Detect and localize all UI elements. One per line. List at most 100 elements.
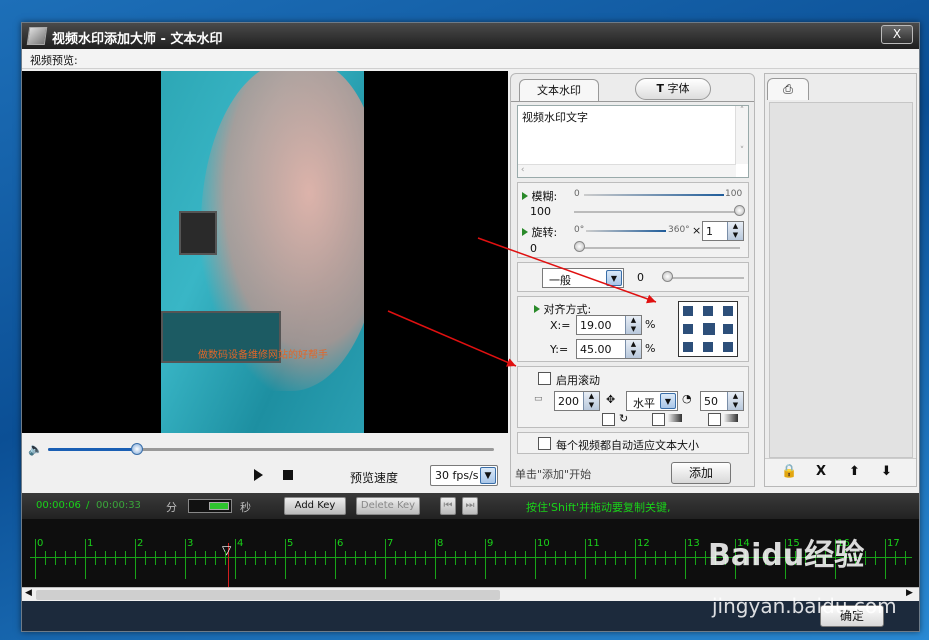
rotate-knob[interactable] — [574, 241, 585, 252]
delete-key-button[interactable]: Delete Key — [356, 497, 420, 515]
watermark-preview-text[interactable]: 做数码设备维修网站的好帮手 — [198, 346, 328, 361]
watermark-text-input[interactable]: 视频水印文字 ˄ ˅ ‹ — [517, 105, 749, 178]
playhead-marker[interactable]: ▽ — [222, 543, 231, 557]
fade-out-checkbox[interactable] — [708, 413, 721, 426]
text-hscroll[interactable]: ‹ — [518, 164, 736, 177]
title-bar: 视频水印添加大师 - 文本水印 X — [22, 23, 919, 49]
seek-knob[interactable] — [131, 443, 144, 455]
shift-hint: 按住'Shift'并拖动要复制关键, — [526, 501, 671, 514]
blur-value: 100 — [530, 205, 551, 218]
ruler-tick-label: 17 — [887, 538, 900, 549]
list-tab-icon[interactable]: ⎙ — [767, 78, 809, 100]
scroll-speed[interactable]: 200 ▲ ▼ — [554, 391, 600, 411]
rotate-slider[interactable] — [574, 247, 740, 249]
lock-icon[interactable]: 🔒 — [781, 464, 797, 479]
timeline-scroll-thumb[interactable] — [36, 590, 500, 600]
expand-icon[interactable] — [522, 192, 528, 200]
blur-slider[interactable] — [574, 211, 740, 213]
play-icon[interactable] — [254, 469, 263, 481]
tab-font[interactable]: T 字体 — [635, 78, 711, 100]
align-bottom-left[interactable] — [683, 342, 693, 352]
ruler-tick-label: 7 — [387, 538, 394, 549]
ruler-tick — [135, 539, 136, 579]
fade-in-checkbox[interactable] — [652, 413, 665, 426]
style-select[interactable]: 一般 ▼ — [542, 268, 624, 288]
add-button[interactable]: 添加 — [671, 462, 731, 484]
ruler-tick — [485, 539, 486, 579]
align-top-left[interactable] — [683, 306, 693, 316]
x-input[interactable]: 19.00 ▲ ▼ — [576, 315, 642, 335]
ruler-minor-tick — [215, 551, 216, 565]
alignment-grid[interactable] — [678, 301, 738, 357]
move-up-icon[interactable]: ⬆ — [849, 464, 860, 479]
move-down-icon[interactable]: ⬇ — [881, 464, 892, 479]
scroll-right-icon[interactable]: ▶ — [906, 588, 913, 598]
ruler-minor-tick — [275, 551, 276, 565]
scroll-left-icon[interactable]: ◀ — [25, 588, 32, 598]
y-input[interactable]: 45.00 ▲ ▼ — [576, 339, 642, 359]
ruler-minor-tick — [645, 551, 646, 565]
tab-text-watermark[interactable]: 文本水印 — [519, 79, 599, 101]
playback-controls: 预览速度 30 fps/s ▼ — [22, 461, 508, 491]
ruler-minor-tick — [395, 551, 396, 565]
ruler-minor-tick — [555, 551, 556, 565]
list-toolbar: 🔒 X ⬆ ⬇ — [765, 458, 916, 486]
ruler-minor-tick — [305, 551, 306, 565]
ruler-minor-tick — [205, 551, 206, 565]
current-time: 00:00:06 — [36, 500, 81, 511]
ruler-minor-tick — [295, 551, 296, 565]
scroll-label: 启用滚动 — [556, 374, 600, 387]
video-frame: 做数码设备维修网站的好帮手 — [161, 71, 364, 433]
watermark-list[interactable] — [769, 102, 913, 458]
close-button[interactable]: X — [881, 25, 913, 44]
speaker-icon[interactable]: 🔈 — [28, 442, 43, 456]
fps-value: 30 fps/s — [435, 469, 479, 482]
watermark-list-panel: ⎙ 🔒 X ⬆ ⬇ — [764, 73, 917, 487]
ruler-minor-tick — [145, 551, 146, 565]
ruler-minor-tick — [365, 551, 366, 565]
ruler-minor-tick — [345, 551, 346, 565]
autosize-checkbox[interactable] — [538, 437, 551, 450]
scroll-checkbox[interactable] — [538, 372, 551, 385]
ruler-minor-tick — [905, 551, 906, 565]
delete-icon[interactable]: X — [816, 464, 826, 479]
next-key-icon[interactable]: ⏭ — [462, 497, 478, 515]
add-key-button[interactable]: Add Key — [284, 497, 346, 515]
zoom-toggle-thumb[interactable] — [209, 502, 229, 510]
style-slider[interactable] — [662, 277, 744, 279]
align-bottom-right[interactable] — [723, 342, 733, 352]
scroll-interval[interactable]: 50 ▲ ▼ — [700, 391, 744, 411]
ruler-minor-tick — [515, 551, 516, 565]
blur-knob[interactable] — [734, 205, 745, 216]
align-center[interactable] — [703, 323, 715, 335]
chevron-down-icon[interactable]: ▼ — [480, 467, 496, 484]
style-section: 一般 ▼ 0 — [517, 262, 749, 292]
blur-label: 模糊: — [522, 188, 557, 204]
align-middle-right[interactable] — [723, 324, 733, 334]
ruler-minor-tick — [55, 551, 56, 565]
tab-divider — [511, 101, 754, 102]
ruler-minor-tick — [895, 551, 896, 565]
text-vscroll[interactable]: ˄ ˅ — [735, 106, 748, 164]
prev-key-icon[interactable]: ⏮ — [440, 497, 456, 515]
expand-icon[interactable] — [522, 228, 528, 236]
ruler-tick — [85, 539, 86, 579]
style-knob[interactable] — [662, 271, 673, 282]
text-watermark-panel: 文本水印 T 字体 视频水印文字 ˄ ˅ ‹ 模糊: 0 100 100 旋转: … — [510, 73, 755, 487]
stop-icon[interactable] — [283, 470, 293, 480]
align-top-center[interactable] — [703, 306, 713, 316]
ruler-tick-label: 3 — [187, 538, 194, 549]
align-middle-left[interactable] — [683, 324, 693, 334]
window-title: 视频水印添加大师 - 文本水印 — [52, 32, 223, 47]
expand-icon[interactable] — [534, 305, 540, 313]
ruler-tick — [285, 539, 286, 579]
align-top-right[interactable] — [723, 306, 733, 316]
zoom-toggle[interactable] — [188, 499, 232, 513]
fps-select[interactable]: 30 fps/s ▼ — [430, 465, 498, 486]
rotate-multiplier[interactable]: 1 ▲ ▼ — [702, 221, 744, 241]
fade-out-icon — [724, 414, 738, 422]
ruler-tick-label: 6 — [337, 538, 344, 549]
direction-select[interactable]: 水平 ▼ — [626, 391, 678, 411]
loop-checkbox[interactable] — [602, 413, 615, 426]
align-bottom-center[interactable] — [703, 342, 713, 352]
